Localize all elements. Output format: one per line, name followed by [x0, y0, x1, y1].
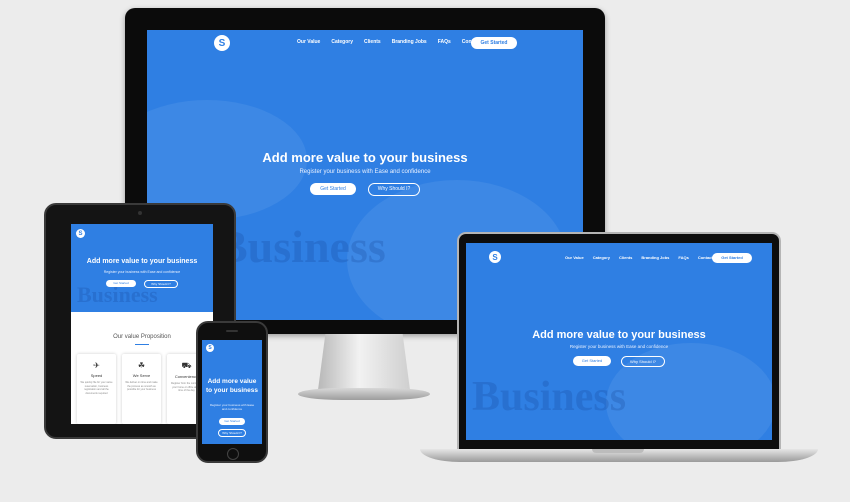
- phone-hero-title: Add more value to your business: [205, 378, 258, 395]
- background-word: Business: [217, 221, 386, 272]
- hero-get-started-button[interactable]: Get Started: [310, 183, 356, 195]
- card-text: We deliver on time and make the process …: [125, 381, 158, 391]
- nav-faqs[interactable]: FAQs: [678, 255, 688, 260]
- phone-get-started-button[interactable]: Get Started: [219, 418, 245, 425]
- nav-category[interactable]: Category: [593, 255, 610, 260]
- desktop-nav: Our Value Category Clients Branding Jobs…: [297, 39, 480, 45]
- monitor-stand-neck: [318, 334, 410, 390]
- laptop-screen: Business S Our Value Category Clients Br…: [466, 243, 772, 440]
- tablet-why-button[interactable]: Why Should I?: [144, 280, 178, 288]
- tablet-section-divider: [135, 344, 149, 345]
- laptop-hero-subtitle: Register your business with Ease and con…: [569, 344, 669, 349]
- laptop-nav: Our Value Category Clients Branding Jobs…: [565, 255, 713, 260]
- tablet-logo-letter: S: [78, 230, 83, 237]
- nav-our-value[interactable]: Our Value: [565, 255, 584, 260]
- nav-clients[interactable]: Clients: [619, 255, 632, 260]
- phone-logo-letter: S: [208, 345, 212, 351]
- hero-title: Add more value to your business: [262, 150, 468, 165]
- nav-clients[interactable]: Clients: [364, 39, 381, 45]
- tablet-section-title: Our value Proposition: [113, 334, 171, 340]
- phone-screen: S Add more value to your business Regist…: [202, 340, 262, 444]
- tablet-card: ✈ Speed We quickly file for your name re…: [77, 354, 116, 424]
- site-logo[interactable]: S: [214, 35, 230, 51]
- laptop-background-word: Business: [472, 374, 627, 420]
- laptop-logo[interactable]: S: [489, 251, 501, 263]
- logo-letter: S: [218, 37, 226, 49]
- nav-branding-jobs[interactable]: Branding Jobs: [641, 255, 669, 260]
- nav-contact[interactable]: Contact: [698, 255, 713, 260]
- laptop-why-button[interactable]: Why Should I?: [621, 356, 665, 367]
- nav-faqs[interactable]: FAQs: [438, 39, 451, 45]
- tablet-get-started-button[interactable]: Get Started: [106, 280, 136, 287]
- tablet-card: ☘ We Serve We deliver on time and make t…: [122, 354, 161, 424]
- card-title-speed: Speed: [90, 373, 103, 378]
- laptop-notch: [592, 449, 644, 453]
- phone-hero-subtitle: Register your business with Ease and con…: [209, 403, 255, 411]
- laptop-device: Business S Our Value Category Clients Br…: [457, 232, 781, 450]
- tablet-camera: [138, 211, 142, 215]
- phone-home-button[interactable]: [227, 448, 239, 460]
- card-text: We quickly file for your name reservatio…: [80, 381, 113, 395]
- handshake-icon: ☘: [137, 361, 146, 370]
- hero-subtitle: Register your business with Ease and con…: [299, 169, 431, 175]
- laptop-nav-get-started-button[interactable]: Get Started: [712, 253, 752, 263]
- tablet-hero-subtitle: Register your business with Ease and con…: [103, 270, 181, 274]
- monitor-stand-base: [298, 388, 430, 400]
- laptop-logo-letter: S: [492, 252, 498, 262]
- phone-device: S Add more value to your business Regist…: [196, 321, 268, 463]
- nav-category[interactable]: Category: [331, 39, 353, 45]
- phone-why-button[interactable]: Why Should I?: [218, 429, 246, 437]
- rocket-icon: ✈: [93, 361, 100, 370]
- laptop-hero-title: Add more value to your business: [532, 329, 706, 341]
- tablet-logo[interactable]: S: [76, 229, 85, 238]
- laptop-get-started-button[interactable]: Get Started: [573, 356, 611, 366]
- tablet-screen: Business S Add more value to your busine…: [71, 224, 213, 424]
- nav-branding-jobs[interactable]: Branding Jobs: [392, 39, 427, 45]
- tablet-hero-title: Add more value to your business: [86, 258, 198, 265]
- hero-why-button[interactable]: Why Should I?: [368, 183, 420, 196]
- card-title-we-serve: We Serve: [132, 373, 151, 378]
- phone-logo[interactable]: S: [206, 344, 214, 352]
- nav-get-started-button[interactable]: Get Started: [471, 37, 517, 49]
- nav-our-value[interactable]: Our Value: [297, 39, 320, 45]
- phone-speaker: [226, 330, 238, 332]
